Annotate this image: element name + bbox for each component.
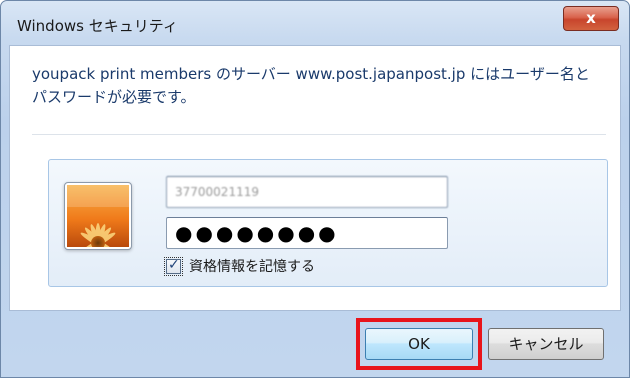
close-button[interactable]: x bbox=[563, 6, 619, 31]
window-title: Windows セキュリティ bbox=[17, 17, 178, 35]
divider bbox=[32, 134, 606, 135]
dialog-body: youpack print members のサーバー www.post.jap… bbox=[9, 45, 621, 311]
checkmark-icon: ✓ bbox=[168, 256, 180, 273]
server-message: youpack print members のサーバー www.post.jap… bbox=[32, 65, 590, 106]
credential-dialog: Windows セキュリティ x youpack print members の… bbox=[0, 0, 630, 378]
remember-label[interactable]: 資格情報を記憶する bbox=[189, 256, 315, 276]
cancel-button[interactable]: キャンセル bbox=[488, 328, 604, 360]
title-bar[interactable]: Windows セキュリティ x bbox=[1, 1, 629, 45]
username-field[interactable] bbox=[166, 176, 448, 208]
password-field[interactable] bbox=[166, 217, 448, 249]
remember-credentials[interactable]: ✓ 資格情報を記憶する bbox=[164, 256, 315, 276]
credential-tile: ✓ 資格情報を記憶する bbox=[48, 159, 608, 287]
remember-checkbox[interactable]: ✓ bbox=[164, 256, 183, 276]
close-icon: x bbox=[586, 9, 596, 27]
user-avatar-icon bbox=[64, 182, 132, 250]
button-bar: OK キャンセル bbox=[2, 311, 628, 377]
ok-button[interactable]: OK bbox=[365, 328, 473, 360]
